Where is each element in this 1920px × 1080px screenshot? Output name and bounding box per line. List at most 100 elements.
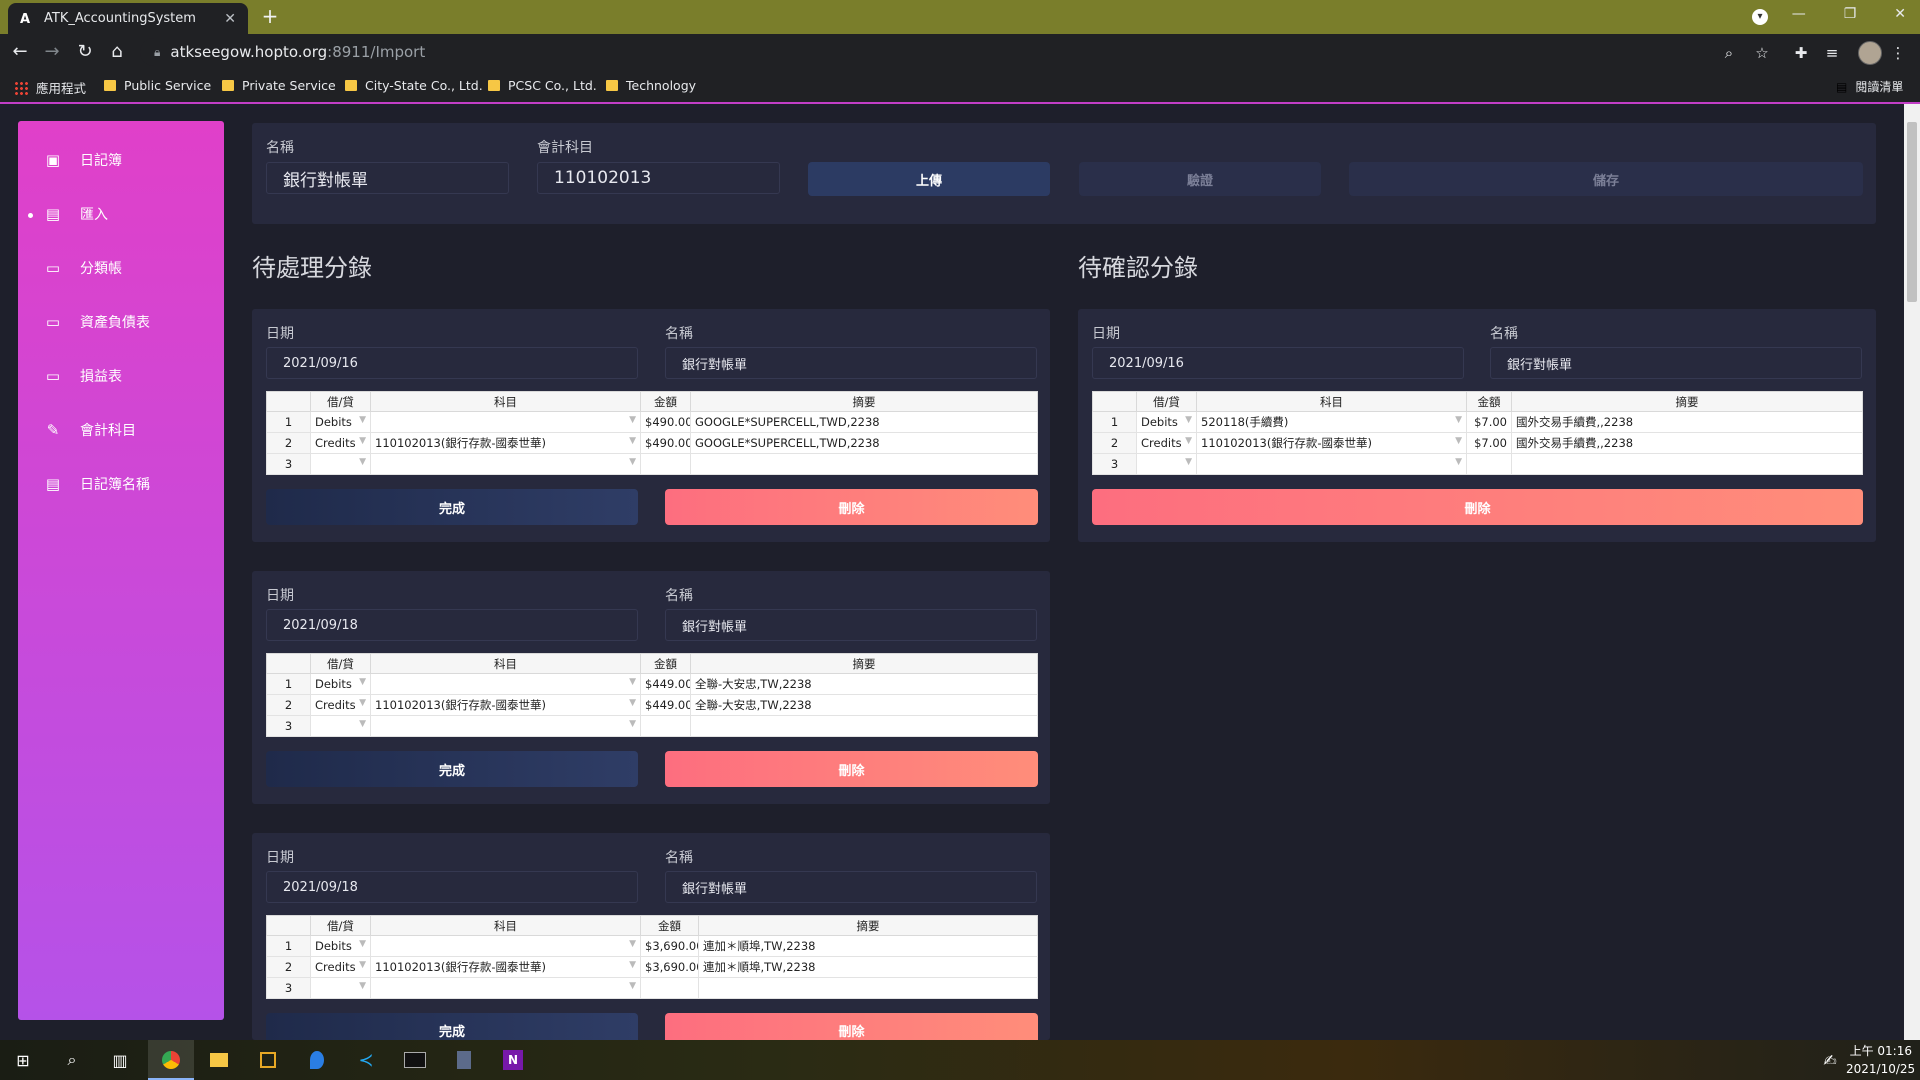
dc-cell[interactable]: ▼ (310, 715, 371, 737)
dc-cell[interactable]: ▼ (1136, 453, 1197, 475)
bookmark-city-state[interactable]: City-State Co., Ltd. (345, 78, 483, 93)
sidebar-item-balance-sheet[interactable]: ▭ 資產負債表 (26, 307, 216, 337)
amount-cell[interactable]: $3,690.00 (640, 935, 699, 957)
address-bar[interactable]: 🔒︎ atkseegow.hopto.org :8911/Import (140, 38, 1770, 66)
menu-icon[interactable]: ⋮ (1888, 43, 1908, 63)
amount-cell[interactable] (640, 977, 699, 999)
amount-cell[interactable]: $3,690.00 (640, 956, 699, 978)
memo-cell[interactable] (1511, 453, 1863, 475)
memo-cell[interactable]: 國外交易手續費,,2238 (1511, 411, 1863, 433)
scrollbar-thumb[interactable] (1907, 122, 1917, 302)
delete-button[interactable]: 刪除 (665, 489, 1038, 525)
amount-cell[interactable] (640, 715, 691, 737)
delete-button[interactable]: 刪除 (1092, 489, 1863, 525)
onenote-icon[interactable]: N (501, 1049, 525, 1071)
calculator-icon[interactable] (452, 1049, 476, 1071)
account-cell[interactable]: 520118(手續費) ▼ (1196, 411, 1467, 433)
dc-cell[interactable]: Debits ▼ (310, 673, 371, 695)
amount-cell[interactable]: $490.00 (640, 411, 691, 433)
reading-list[interactable]: ▤ 閱讀清單 (1836, 78, 1903, 95)
date-input[interactable]: 2021/09/18 (266, 871, 638, 903)
reload-icon[interactable]: ↻ (75, 42, 95, 62)
account-cell[interactable]: 110102013(銀行存款-國泰世華) ▼ (370, 956, 641, 978)
dc-cell[interactable]: Credits ▼ (310, 956, 371, 978)
account-cell[interactable]: 110102013(銀行存款-國泰世華) ▼ (370, 694, 641, 716)
upload-button[interactable]: 上傳 (808, 162, 1050, 196)
date-input[interactable]: 2021/09/16 (266, 347, 638, 379)
amount-cell[interactable]: $449.00 (640, 694, 691, 716)
new-tab-button[interactable]: + (258, 5, 282, 29)
bookmark-technology[interactable]: Technology (606, 78, 696, 93)
sidebar-item-accounts[interactable]: ✎ 會計科目 (26, 415, 216, 445)
close-icon[interactable]: ✕ (224, 11, 236, 27)
terminal-icon[interactable] (403, 1049, 427, 1071)
memo-cell[interactable]: 連加＊順埠,TW,2238 (698, 935, 1038, 957)
done-button[interactable]: 完成 (266, 1013, 638, 1040)
account-cell[interactable]: 110102013(銀行存款-國泰世華) ▼ (1196, 432, 1467, 454)
vscode-icon[interactable]: ≺ (354, 1049, 378, 1071)
memo-cell[interactable]: 全聯-大安忠,TW,2238 (690, 694, 1038, 716)
dc-cell[interactable]: Credits ▼ (310, 432, 371, 454)
profile-avatar[interactable] (1858, 41, 1882, 65)
bookmark-pcsc[interactable]: PCSC Co., Ltd. (488, 78, 597, 93)
bookmark-apps[interactable]: 應用程式 (14, 78, 86, 97)
sidebar-item-import[interactable]: ▤ 匯入 (26, 199, 216, 229)
pen-icon[interactable]: ✍ (1818, 1049, 1842, 1071)
account-cell[interactable]: ▼ (370, 935, 641, 957)
amount-cell[interactable]: $490.00 (640, 432, 691, 454)
sidebar-item-income-statement[interactable]: ▭ 損益表 (26, 361, 216, 391)
name-input[interactable]: 銀行對帳單 (665, 871, 1037, 903)
amount-cell[interactable]: $449.00 (640, 673, 691, 695)
dc-cell[interactable]: Credits ▼ (1136, 432, 1197, 454)
bookmark-public-service[interactable]: Public Service (104, 78, 211, 93)
amount-cell[interactable]: $7.00 (1466, 411, 1512, 433)
minimize-icon[interactable]: — (1792, 6, 1806, 22)
sidebar-item-ledger[interactable]: ▭ 分類帳 (26, 253, 216, 283)
dc-cell[interactable]: ▼ (310, 453, 371, 475)
memo-cell[interactable]: 連加＊順埠,TW,2238 (698, 956, 1038, 978)
system-clock[interactable]: 上午 01:16 2021/10/25 (1846, 1042, 1915, 1078)
memo-cell[interactable]: GOOGLE*SUPERCELL,TWD,2238 (690, 432, 1038, 454)
maps-icon[interactable] (305, 1049, 329, 1071)
account-cell[interactable]: ▼ (370, 715, 641, 737)
account-cell[interactable]: ▼ (1196, 453, 1467, 475)
file-explorer-icon[interactable] (207, 1049, 231, 1071)
chevron-down-icon[interactable]: ▾ (1752, 9, 1768, 25)
memo-cell[interactable]: 國外交易手續費,,2238 (1511, 432, 1863, 454)
sidebar-item-journal-names[interactable]: ▤ 日記簿名稱 (26, 469, 216, 499)
name-input[interactable]: 銀行對帳單 (665, 609, 1037, 641)
account-cell[interactable]: ▼ (370, 673, 641, 695)
dc-cell[interactable]: Credits ▼ (310, 694, 371, 716)
dc-cell[interactable]: Debits ▼ (1136, 411, 1197, 433)
sidebar-item-journal[interactable]: ▣ 日記簿 (26, 145, 216, 175)
forward-icon[interactable]: → (42, 42, 62, 62)
browser-tab[interactable]: A ATK_AccountingSystem ✕ (8, 3, 248, 34)
account-input[interactable]: 110102013 (537, 162, 780, 194)
memo-cell[interactable] (698, 977, 1038, 999)
done-button[interactable]: 完成 (266, 489, 638, 525)
amount-cell[interactable] (1466, 453, 1512, 475)
delete-button[interactable]: 刪除 (665, 1013, 1038, 1040)
star-icon[interactable]: ☆ (1752, 43, 1772, 63)
restore-icon[interactable]: ❐ (1844, 6, 1857, 22)
dc-cell[interactable]: Debits ▼ (310, 935, 371, 957)
date-input[interactable]: 2021/09/18 (266, 609, 638, 641)
account-cell[interactable]: ▼ (370, 411, 641, 433)
extensions-icon[interactable]: ✚ (1791, 43, 1811, 63)
search-icon[interactable]: ⌕ (60, 1049, 84, 1071)
memo-cell[interactable] (690, 715, 1038, 737)
name-input[interactable]: 銀行對帳單 (1490, 347, 1862, 379)
dc-cell[interactable]: Debits ▼ (310, 411, 371, 433)
name-input[interactable]: 銀行對帳單 (665, 347, 1037, 379)
verify-button[interactable]: 驗證 (1079, 162, 1321, 196)
account-cell[interactable]: ▼ (370, 453, 641, 475)
amount-cell[interactable] (640, 453, 691, 475)
amount-cell[interactable]: $7.00 (1466, 432, 1512, 454)
home-icon[interactable]: ⌂ (107, 42, 127, 62)
save-button[interactable]: 儲存 (1349, 162, 1863, 196)
memo-cell[interactable] (690, 453, 1038, 475)
memo-cell[interactable]: 全聯-大安忠,TW,2238 (690, 673, 1038, 695)
app-icon[interactable] (256, 1049, 280, 1071)
account-cell[interactable]: 110102013(銀行存款-國泰世華) ▼ (370, 432, 641, 454)
zoom-icon[interactable]: ⌕ (1719, 43, 1739, 63)
